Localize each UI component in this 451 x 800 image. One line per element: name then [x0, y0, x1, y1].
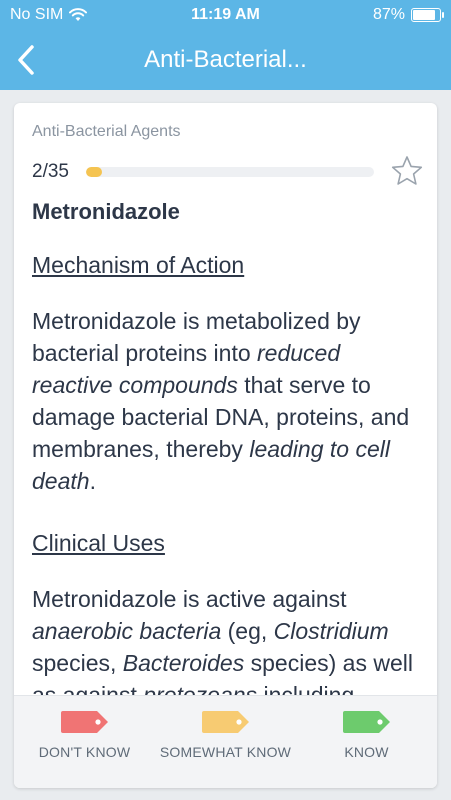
emphasis-run: protozoans [143, 682, 258, 695]
clinical-paragraph: Metronidazole is active against anaerobi… [32, 583, 427, 695]
progress-row: 2/35 [32, 156, 423, 187]
section-title-mechanism: Mechanism of Action [32, 252, 245, 278]
tag-icon [60, 711, 108, 733]
emphasis-run: anaerobic bacteria [32, 618, 222, 644]
progress-bar [86, 167, 374, 177]
star-icon [391, 156, 423, 185]
card-content[interactable]: Anti-Bacterial Agents 2/35 Metronidazole… [14, 103, 437, 695]
text-run: . [89, 468, 96, 494]
battery-percent: 87% [372, 6, 405, 23]
page-title: Anti-Bacterial... [144, 46, 307, 73]
battery-fill [413, 10, 436, 20]
section-title-clinical: Clinical Uses [32, 530, 165, 556]
progress-fill [86, 167, 103, 177]
emphasis-run: Bacteroides [122, 650, 245, 676]
favorite-star-button[interactable] [390, 154, 424, 193]
category-label: Anti-Bacterial Agents [32, 123, 181, 140]
know-label: KNOW [344, 744, 389, 760]
somewhat-know-button[interactable]: SOMEWHAT KNOW [155, 710, 296, 762]
know-button[interactable]: KNOW [296, 710, 437, 762]
card-body: Mechanism of Action Metronidazole is met… [32, 249, 427, 695]
status-bar: No SIM 11:19 AM 87% [0, 0, 451, 30]
nav-bar: Anti-Bacterial... [0, 30, 451, 90]
text-run: including [257, 682, 355, 695]
drug-name: Metronidazole [32, 199, 180, 224]
flashcard: Anti-Bacterial Agents 2/35 Metronidazole… [14, 103, 437, 788]
text-run: (eg, [221, 618, 274, 644]
header: No SIM 11:19 AM 87% Anti-Bacterial... [0, 0, 451, 90]
somewhat-know-label: SOMEWHAT KNOW [159, 744, 292, 760]
battery-icon [411, 8, 444, 22]
dont-know-button[interactable]: DON'T KNOW [14, 710, 155, 762]
status-right: 87% [372, 6, 444, 24]
answer-bar: DON'T KNOW SOMEWHAT KNOW KNOW [14, 695, 437, 788]
dont-know-label: DON'T KNOW [38, 744, 131, 760]
tag-icon [342, 711, 390, 733]
emphasis-run: Clostridium [273, 618, 389, 644]
mechanism-paragraph: Metronidazole is metabolized by bacteria… [32, 305, 427, 497]
text-run: Metronidazole is active against [32, 586, 347, 612]
tag-icon [201, 711, 249, 733]
progress-label: 2/35 [32, 161, 69, 182]
text-run: species, [32, 650, 123, 676]
